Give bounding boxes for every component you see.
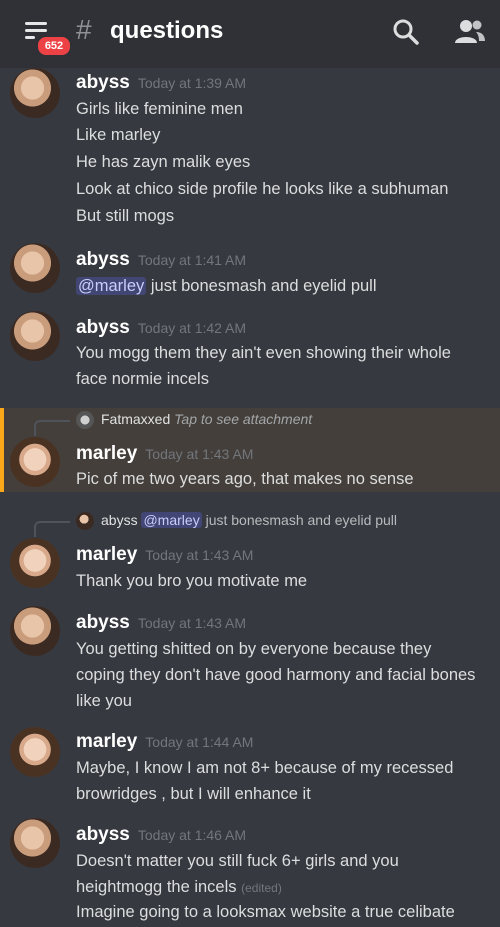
author-name[interactable]: abyss — [76, 72, 130, 93]
timestamp: Today at 1:43 AM — [137, 615, 247, 631]
message-text: just bonesmash and eyelid pull — [150, 277, 377, 295]
message-line: Doesn't matter you still fuck 6+ girls a… — [76, 852, 399, 870]
message-line: heightmogg the incels (edited) — [76, 878, 282, 897]
timestamp: Today at 1:41 AM — [137, 252, 247, 268]
hamburger-line — [25, 36, 35, 39]
avatar[interactable] — [10, 243, 60, 293]
reply-author[interactable]: abyss — [101, 512, 138, 528]
members-icon — [455, 20, 485, 43]
message-line: Thank you bro you motivate me — [76, 572, 308, 590]
message-line: Girls like feminine men — [76, 100, 243, 118]
reply-connector — [34, 521, 70, 537]
reply-connector — [34, 420, 70, 436]
avatar[interactable] — [10, 68, 60, 118]
user-mention[interactable]: @marley — [141, 512, 202, 528]
reply-attachment-link[interactable]: Tap to see attachment — [174, 411, 312, 427]
reply-preview[interactable]: Fatmaxxed Tap to see attachment — [0, 408, 500, 436]
members-button[interactable] — [452, 16, 486, 48]
reply-content: just bonesmash and eyelid pull — [205, 512, 398, 528]
message-author[interactable]: marley Today at 1:43 AM — [76, 443, 253, 465]
notification-badge: 652 — [36, 35, 72, 57]
author-name[interactable]: marley — [76, 544, 137, 565]
message-author[interactable]: abyss Today at 1:42 AM — [76, 317, 246, 339]
message-author[interactable]: abyss Today at 1:41 AM — [76, 249, 246, 271]
reply-preview[interactable]: abyss @marley just bonesmash and eyelid … — [0, 509, 500, 537]
search-icon — [393, 19, 419, 45]
message-line: browridges , but I will enhance it — [76, 785, 311, 803]
channel-header: 652 # questions — [0, 0, 500, 68]
search-button[interactable] — [390, 16, 422, 48]
message-line: like you — [76, 692, 132, 710]
channel-hash-icon: # — [76, 14, 92, 45]
avatar[interactable] — [10, 538, 60, 588]
message-text: heightmogg the incels — [76, 878, 237, 896]
hamburger-line — [25, 29, 47, 32]
channel-title: questions — [110, 17, 224, 44]
message-line: You mogg them they ain't even showing th… — [76, 344, 451, 362]
timestamp: Today at 1:44 AM — [145, 734, 254, 750]
avatar[interactable] — [10, 311, 60, 361]
author-name[interactable]: marley — [76, 731, 137, 752]
message-author[interactable]: marley Today at 1:43 AM — [76, 544, 253, 566]
edited-label: (edited) — [241, 881, 282, 895]
message-line: Like marley — [76, 126, 161, 144]
reply-text: Fatmaxxed Tap to see attachment — [101, 411, 312, 427]
message-line: But still mogs — [76, 207, 175, 225]
message-line: Look at chico side profile he looks like… — [76, 180, 449, 198]
hamburger-menu-icon — [25, 22, 47, 25]
message-line: Imagine going to a looksmax website a tr… — [76, 903, 455, 921]
message-line: face normie incels — [76, 370, 209, 388]
author-name[interactable]: marley — [76, 443, 137, 464]
reply-avatar[interactable] — [76, 411, 94, 429]
author-name[interactable]: abyss — [76, 317, 130, 338]
user-mention[interactable]: @marley — [76, 277, 147, 295]
message-line: He has zayn malik eyes — [76, 153, 251, 171]
reply-text: abyss @marley just bonesmash and eyelid … — [101, 512, 397, 528]
message-line: coping they don't have good harmony and … — [76, 666, 476, 684]
message-line: @marley just bonesmash and eyelid pull — [76, 277, 377, 296]
message-line: You getting shitted on by everyone becau… — [76, 640, 432, 658]
timestamp: Today at 1:43 AM — [145, 446, 254, 462]
menu-button[interactable]: 652 — [22, 20, 72, 57]
avatar[interactable] — [10, 606, 60, 656]
message-line: Maybe, I know I am not 8+ because of my … — [76, 759, 454, 777]
message-author[interactable]: abyss Today at 1:39 AM — [76, 72, 246, 94]
timestamp: Today at 1:43 AM — [145, 547, 254, 563]
reply-author[interactable]: Fatmaxxed — [101, 411, 170, 427]
message-author[interactable]: marley Today at 1:44 AM — [76, 731, 253, 753]
avatar[interactable] — [10, 727, 60, 777]
timestamp: Today at 1:46 AM — [137, 827, 247, 843]
author-name[interactable]: abyss — [76, 824, 130, 845]
avatar[interactable] — [10, 437, 60, 487]
author-name[interactable]: abyss — [76, 612, 130, 633]
message-author[interactable]: abyss Today at 1:43 AM — [76, 612, 246, 634]
timestamp: Today at 1:39 AM — [137, 75, 247, 91]
message-line: Pic of me two years ago, that makes no s… — [76, 470, 414, 488]
reply-avatar[interactable] — [76, 512, 94, 530]
message-author[interactable]: abyss Today at 1:46 AM — [76, 824, 246, 846]
author-name[interactable]: abyss — [76, 249, 130, 270]
avatar[interactable] — [10, 818, 60, 868]
timestamp: Today at 1:42 AM — [137, 320, 247, 336]
